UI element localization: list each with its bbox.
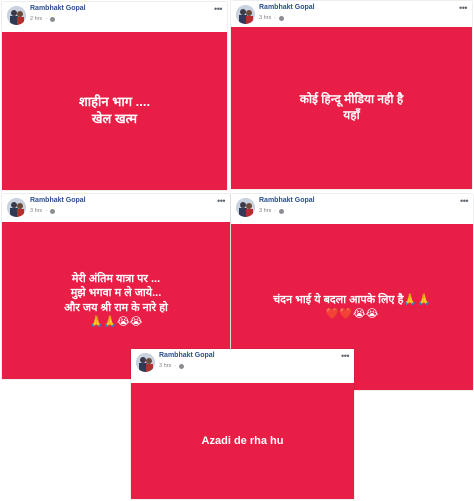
post-meta: 3 hrs · bbox=[159, 363, 184, 369]
post-card: Azadi de rha hu bbox=[131, 383, 354, 499]
post-text: चंदन भाई ये बदला आपके लिए है🙏🙏 ❤️❤️😭😭 bbox=[273, 293, 431, 320]
post-5: Rambhakt Gopal 3 hrs · ••• Azadi de rha … bbox=[131, 349, 354, 499]
globe-icon bbox=[49, 208, 55, 214]
post-card: कोई हिन्दू मीडिया नही है यहाँ bbox=[231, 27, 472, 189]
globe-icon bbox=[278, 208, 284, 214]
avatar[interactable] bbox=[7, 198, 26, 217]
post-1: Rambhakt Gopal 2 hrs · ••• शाहीन भाग ...… bbox=[2, 2, 227, 190]
post-text: कोई हिन्दू मीडिया नही है यहाँ bbox=[299, 92, 404, 122]
author-name[interactable]: Rambhakt Gopal bbox=[259, 4, 315, 11]
author-name[interactable]: Rambhakt Gopal bbox=[30, 197, 86, 204]
more-options-icon[interactable]: ••• bbox=[217, 196, 225, 206]
globe-icon bbox=[178, 363, 184, 369]
timestamp[interactable]: 3 hrs bbox=[259, 15, 271, 21]
post-text: Azadi de rha hu bbox=[201, 434, 284, 447]
post-card: शाहीन भाग .... खेल खत्म bbox=[2, 32, 227, 190]
post-meta: 3 hrs · bbox=[30, 208, 55, 214]
more-options-icon[interactable]: ••• bbox=[459, 3, 467, 13]
post-header: Rambhakt Gopal 3 hrs · ••• bbox=[231, 194, 473, 224]
timestamp[interactable]: 3 hrs bbox=[30, 208, 42, 214]
author-name[interactable]: Rambhakt Gopal bbox=[259, 197, 315, 204]
avatar[interactable] bbox=[136, 353, 155, 372]
post-header: Rambhakt Gopal 2 hrs · ••• bbox=[2, 2, 227, 32]
timestamp[interactable]: 3 hrs bbox=[259, 208, 271, 214]
more-options-icon[interactable]: ••• bbox=[341, 351, 349, 361]
author-name[interactable]: Rambhakt Gopal bbox=[30, 5, 86, 12]
globe-icon bbox=[49, 16, 55, 22]
post-meta: 3 hrs · bbox=[259, 208, 284, 214]
more-options-icon[interactable]: ••• bbox=[214, 4, 222, 14]
avatar[interactable] bbox=[236, 198, 255, 217]
post-header: Rambhakt Gopal 3 hrs · ••• bbox=[131, 349, 354, 379]
post-text: मेरी अंतिम यात्रा पर ... मुझे भगवा म ले … bbox=[64, 272, 168, 328]
author-name[interactable]: Rambhakt Gopal bbox=[159, 352, 215, 359]
more-options-icon[interactable]: ••• bbox=[460, 196, 468, 206]
timestamp[interactable]: 3 hrs bbox=[159, 363, 171, 369]
post-meta: 3 hrs · bbox=[259, 15, 284, 21]
avatar[interactable] bbox=[7, 6, 26, 25]
avatar[interactable] bbox=[236, 5, 255, 24]
timestamp[interactable]: 2 hrs bbox=[30, 16, 42, 22]
post-meta: 2 hrs · bbox=[30, 16, 55, 22]
post-2: Rambhakt Gopal 3 hrs · ••• कोई हिन्दू मी… bbox=[231, 1, 472, 189]
post-header: Rambhakt Gopal 3 hrs · ••• bbox=[2, 194, 230, 224]
globe-icon bbox=[278, 15, 284, 21]
post-text: शाहीन भाग .... खेल खत्म bbox=[78, 94, 151, 126]
